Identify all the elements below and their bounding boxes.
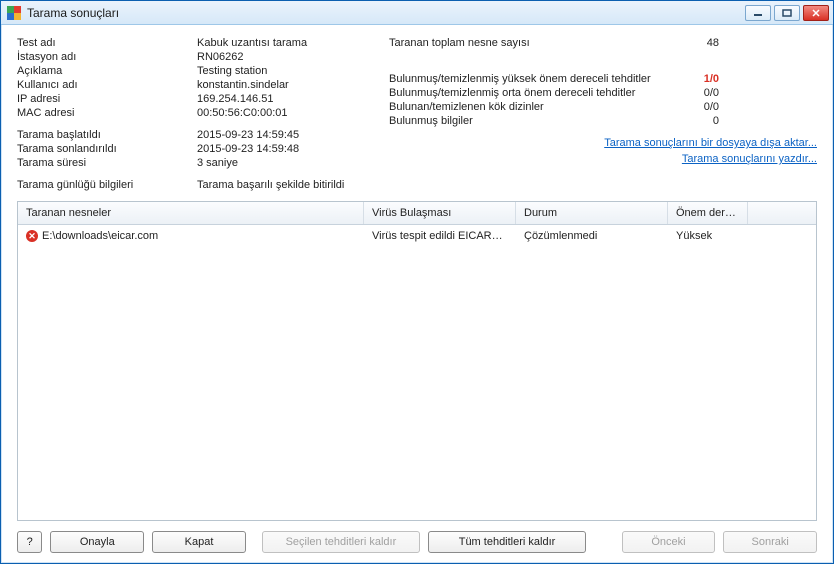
value-high-threats: 1/0	[669, 73, 719, 85]
app-icon	[7, 6, 21, 20]
confirm-button[interactable]: Onayla	[50, 531, 144, 553]
remove-all-button[interactable]: Tüm tehditleri kaldır	[428, 531, 586, 553]
label-ip: IP adresi	[17, 93, 197, 105]
label-mac: MAC adresi	[17, 107, 197, 119]
window-title: Tarama sonuçları	[27, 6, 119, 20]
cell-severity: Yüksek	[668, 228, 748, 244]
remove-selected-button[interactable]: Seçilen tehditleri kaldır	[262, 531, 420, 553]
label-rootkits: Bulunan/temizlenen kök dizinler	[389, 101, 669, 113]
value-description: Testing station	[197, 65, 377, 77]
scan-results-window: Tarama sonuçları Test adı Kabuk uzantısı…	[0, 0, 834, 564]
label-scan-started: Tarama başlatıldı	[17, 129, 197, 141]
col-spacer	[748, 202, 816, 224]
label-found-info: Bulunmuş bilgiler	[389, 115, 669, 127]
col-objects[interactable]: Taranan nesneler	[18, 202, 364, 224]
label-test-name: Test adı	[17, 37, 197, 49]
scan-info-left: Test adı Kabuk uzantısı tarama İstasyon …	[17, 37, 377, 191]
label-scan-duration: Tarama süresi	[17, 157, 197, 169]
value-found-info: 0	[669, 115, 719, 127]
prev-button[interactable]: Önceki	[622, 531, 716, 553]
footer-buttons: ? Onayla Kapat Seçilen tehditleri kaldır…	[17, 531, 817, 553]
value-ip: 169.254.146.51	[197, 93, 377, 105]
label-high-threats: Bulunmuş/temizlenmiş yüksek önem derecel…	[389, 73, 669, 85]
label-description: Açıklama	[17, 65, 197, 77]
table-header: Taranan nesneler Virüs Bulaşması Durum Ö…	[18, 202, 816, 225]
col-infection[interactable]: Virüs Bulaşması	[364, 202, 516, 224]
col-status[interactable]: Durum	[516, 202, 668, 224]
value-scan-ended: 2015-09-23 14:59:48	[197, 143, 377, 155]
maximize-button[interactable]	[774, 5, 800, 21]
cell-status: Çözümlenmedi	[516, 228, 668, 244]
cell-object: E:\downloads\eicar.com	[42, 230, 158, 242]
value-station-name: RN06262	[197, 51, 377, 63]
close-button[interactable]	[803, 5, 829, 21]
close-dialog-button[interactable]: Kapat	[152, 531, 246, 553]
results-table: Taranan nesneler Virüs Bulaşması Durum Ö…	[17, 201, 817, 521]
cell-infection: Virüs tespit edildi EICAR_T...	[364, 228, 516, 244]
label-total-objects: Taranan toplam nesne sayısı	[389, 37, 669, 49]
label-station-name: İstasyon adı	[17, 51, 197, 63]
value-test-name: Kabuk uzantısı tarama	[197, 37, 377, 49]
next-button[interactable]: Sonraki	[723, 531, 817, 553]
label-scan-ended: Tarama sonlandırıldı	[17, 143, 197, 155]
value-scan-started: 2015-09-23 14:59:45	[197, 129, 377, 141]
value-rootkits: 0/0	[669, 101, 719, 113]
titlebar[interactable]: Tarama sonuçları	[1, 1, 833, 25]
value-username: konstantin.sindelar	[197, 79, 377, 91]
print-results-link[interactable]: Tarama sonuçlarını yazdır...	[389, 151, 817, 167]
col-severity[interactable]: Önem derecesi	[668, 202, 748, 224]
table-row[interactable]: ✕ E:\downloads\eicar.com Virüs tespit edi…	[18, 225, 816, 247]
minimize-button[interactable]	[745, 5, 771, 21]
value-med-threats: 0/0	[669, 87, 719, 99]
export-results-link[interactable]: Tarama sonuçlarını bir dosyaya dışa akta…	[389, 135, 817, 151]
label-scan-log: Tarama günlüğü bilgileri	[17, 179, 197, 191]
value-total-objects: 48	[669, 37, 719, 49]
help-button[interactable]: ?	[17, 531, 42, 553]
label-med-threats: Bulunmuş/temizlenmiş orta önem dereceli …	[389, 87, 669, 99]
scan-stats: Taranan toplam nesne sayısı 48 Bulunmuş/…	[389, 37, 817, 127]
value-scan-duration: 3 saniye	[197, 157, 377, 169]
value-scan-log: Tarama başarılı şekilde bitirildi	[197, 179, 377, 191]
value-mac: 00:50:56:C0:00:01	[197, 107, 377, 119]
label-username: Kullanıcı adı	[17, 79, 197, 91]
error-icon: ✕	[26, 230, 38, 242]
